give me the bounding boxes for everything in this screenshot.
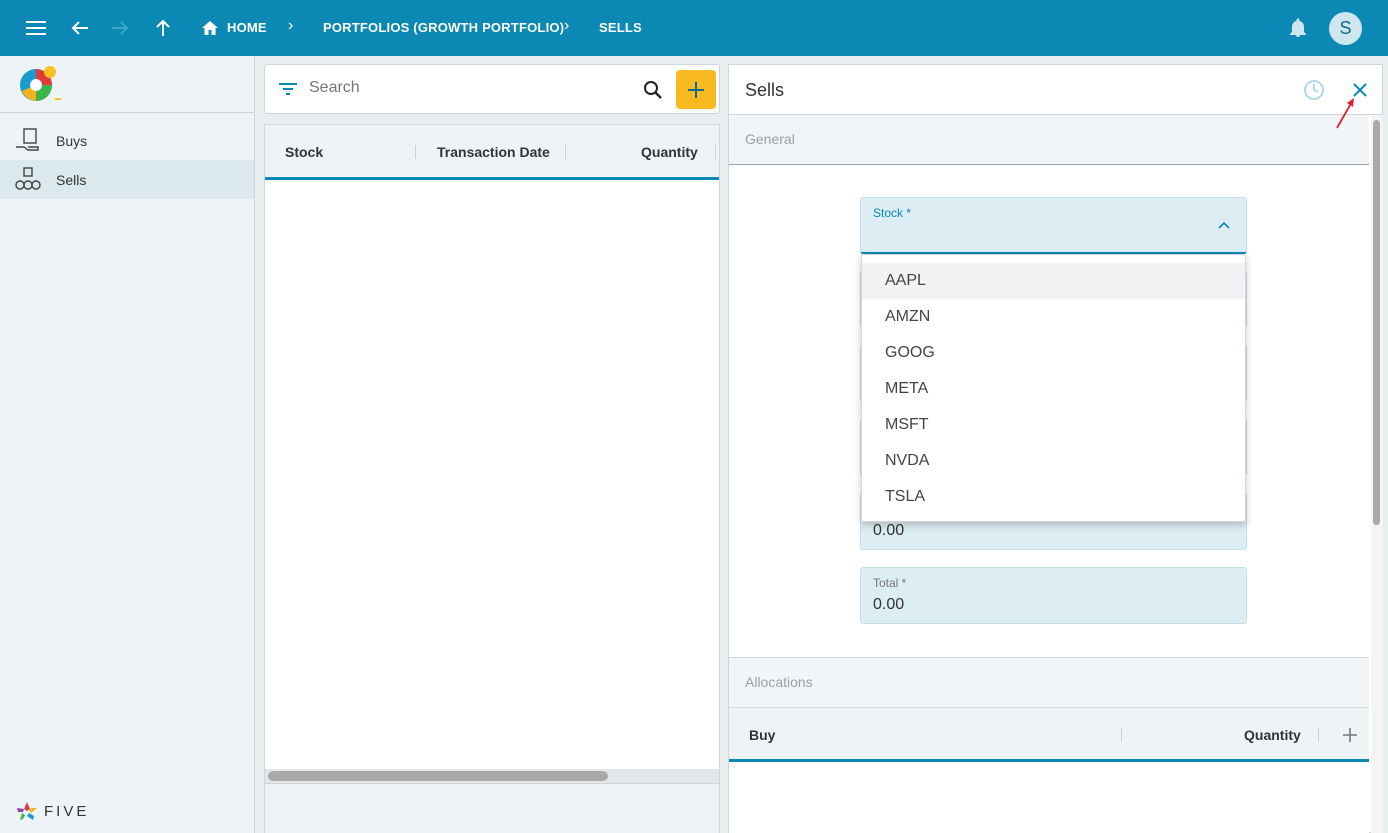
five-logo-text: FIVE [44,802,90,820]
horizontal-scrollbar[interactable] [265,769,719,783]
chevron-right-icon: › [288,17,294,34]
pie-chart-logo-icon [20,66,61,101]
breadcrumb-sells[interactable]: SELLS [599,20,642,35]
five-logo-icon [17,802,37,820]
chevron-right-icon: › [564,17,570,34]
bell-icon[interactable] [1284,14,1312,42]
column-header-stock[interactable]: Stock [285,144,323,160]
search-input[interactable] [309,79,609,97]
sidebar-item-sells[interactable]: Sells [0,160,254,199]
sidebar: Buys Sells FIVE [0,56,255,833]
grid-footer [265,783,719,833]
dropdown-option-aapl[interactable]: AAPL [862,263,1245,299]
dropdown-option-meta[interactable]: META [862,371,1245,407]
scrollbar-thumb[interactable] [268,771,608,781]
sidebar-item-label: Sells [56,171,87,188]
column-header-quantity[interactable]: Quantity [641,144,698,160]
buy-icon [16,128,39,151]
column-header-quantity[interactable]: Quantity [1244,727,1301,743]
five-logo: FIVE [16,801,89,821]
search-icon[interactable] [643,80,663,100]
column-divider[interactable] [565,145,566,159]
field-label: Total * [873,576,907,590]
dropdown-option-msft[interactable]: MSFT [862,407,1245,443]
forward-arrow-icon [106,14,134,42]
grid-header: Stock Transaction Date Quantity [265,125,719,180]
breadcrumb-portfolios[interactable]: PORTFOLIOS (GROWTH PORTFOLIO) [323,20,564,35]
add-allocation-icon[interactable] [1343,728,1357,742]
filter-icon[interactable] [279,82,297,96]
annotation-arrow-icon [1336,98,1354,129]
section-title-allocations: Allocations [745,674,813,690]
column-divider[interactable] [1121,728,1122,742]
field-value: 0.00 [873,522,905,539]
column-header-transaction-date[interactable]: Transaction Date [437,144,550,160]
dropdown-option-tsla[interactable]: TSLA [862,479,1245,515]
stock-dropdown-menu: AAPL AMZN GOOG META MSFT NVDA TSLA [861,254,1246,522]
top-app-bar: HOME › PORTFOLIOS (GROWTH PORTFOLIO) › S… [0,0,1388,56]
form-title: Sells [745,80,785,100]
sell-icon [15,167,41,190]
menu-icon[interactable] [22,14,50,42]
column-divider[interactable] [715,145,716,159]
plus-icon [688,81,704,98]
back-arrow-icon[interactable] [66,14,94,42]
dropdown-option-amzn[interactable]: AMZN [862,299,1245,335]
up-arrow-icon[interactable] [149,14,177,42]
scrollbar-thumb[interactable] [1373,120,1380,525]
column-divider[interactable] [415,145,416,159]
list-panel: Stock Transaction Date Quantity [264,64,720,833]
records-grid: Stock Transaction Date Quantity [264,124,720,833]
breadcrumb-home[interactable]: HOME [227,20,267,35]
history-clock-icon[interactable] [1303,79,1325,101]
total-field[interactable]: Total * 0.00 [860,567,1247,624]
section-title-general: General [745,131,795,147]
field-label: Stock * [873,206,912,220]
form-header: Sells [729,65,1382,115]
user-avatar[interactable]: S [1329,12,1362,45]
dropdown-option-nvda[interactable]: NVDA [862,443,1245,479]
allocations-grid-header: Buy Quantity [729,707,1369,762]
vertical-scrollbar[interactable] [1371,115,1383,833]
home-icon[interactable] [196,14,224,42]
chevron-up-icon[interactable] [1218,221,1230,229]
allocations-section-header: Allocations [729,657,1369,707]
sidebar-item-buys[interactable]: Buys [0,121,254,160]
field-value: 0.00 [873,596,905,613]
add-record-button[interactable] [676,70,716,109]
search-bar [264,64,720,114]
column-divider[interactable] [1318,728,1319,742]
general-section-header: General [729,115,1369,165]
stock-select[interactable]: Stock * [860,197,1247,254]
app-logo [0,56,254,113]
sidebar-item-label: Buys [56,132,88,149]
column-header-buy[interactable]: Buy [749,727,775,743]
dropdown-option-goog[interactable]: GOOG [862,335,1245,371]
